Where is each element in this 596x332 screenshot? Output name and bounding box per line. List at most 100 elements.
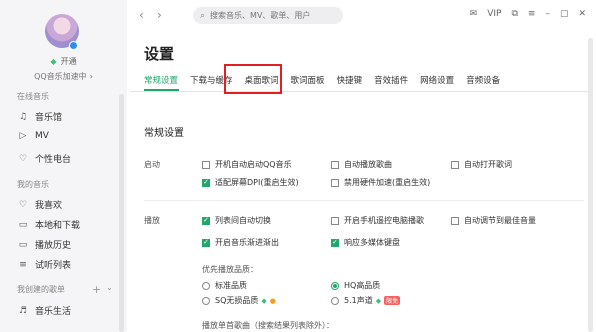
chevron-down-icon[interactable]: ⌄ (106, 283, 113, 292)
sidebar-item-label: 音乐生活 (35, 307, 72, 317)
sidebar-item-music-hall[interactable]: ♫ 音乐馆 (17, 110, 63, 124)
vip-open-row[interactable]: ◆ 开通 (0, 56, 127, 67)
topbar: ‹ › ⌕ ✉ VIP ⧉ ≡ – ▢ ✕ (127, 0, 596, 34)
sidebar-item-label: 本地和下载 (35, 221, 81, 231)
tab-general[interactable]: 常规设置 (144, 74, 178, 88)
radio-unchecked[interactable] (202, 281, 210, 290)
option-media-keys[interactable]: ✓ 响应多媒体键盘 (331, 237, 400, 248)
option-label: 列表间自动切换 (215, 216, 271, 225)
skin-icon[interactable]: ✉ (470, 9, 478, 19)
radio-unchecked[interactable] (331, 296, 339, 305)
checkbox-unchecked[interactable] (202, 160, 210, 169)
sidebar-item-label: 个性电台 (35, 155, 72, 165)
option-label: 适配屏幕DPI(重启生效) (215, 178, 299, 187)
download-icon: ▭ (18, 219, 28, 230)
sidebar-item-label: 音乐馆 (35, 113, 63, 123)
sidebar-item-label: 我喜欢 (35, 201, 63, 211)
radio-checked[interactable] (331, 281, 339, 290)
option-autostart[interactable]: 开机自动启动QQ音乐 (202, 159, 292, 170)
checkbox-checked[interactable]: ✓ (202, 216, 210, 225)
add-playlist-icon[interactable]: + (92, 283, 101, 296)
sidebar-item-history[interactable]: ▭ 播放历史 (17, 238, 71, 252)
option-hw-accel[interactable]: 禁用硬件加速(重启生效) (331, 177, 430, 188)
option-label: 开启手机遥控电脑播歌 (344, 216, 424, 225)
free-limited-badge: 限免 (384, 296, 401, 305)
option-label: HQ高品质 (344, 281, 381, 290)
page-title: 设置 (144, 45, 175, 63)
sidebar-item-music-life[interactable]: ♬ 音乐生活 (17, 304, 72, 318)
option-autoplay[interactable]: 自动播放歌曲 (331, 159, 392, 170)
section-online-music: 在线音乐 (17, 92, 49, 101)
heart-icon: ♡ (18, 199, 28, 210)
diamond-icon: ◆ (50, 57, 57, 66)
avatar-badge-icon (69, 41, 78, 50)
option-list-auto-switch[interactable]: ✓ 列表间自动切换 (202, 215, 271, 226)
sidebar-item-local-download[interactable]: ▭ 本地和下载 (17, 218, 81, 232)
music-hall-icon: ♫ (18, 111, 28, 122)
radio-hq-quality[interactable]: HQ高品质 (331, 280, 380, 291)
radio-5-1-channel[interactable]: 5.1声道 ◆ 限免 (331, 295, 401, 306)
close-icon[interactable]: ✕ (578, 9, 586, 19)
sidebar-item-mv[interactable]: ▷ MV (17, 131, 49, 141)
vip-link[interactable]: VIP (487, 9, 501, 19)
back-arrow-icon[interactable]: ‹ (139, 8, 144, 22)
checkbox-unchecked[interactable] (331, 178, 339, 187)
option-dpi[interactable]: ✓ 适配屏幕DPI(重启生效) (202, 177, 299, 188)
playlist-icon: ♬ (18, 305, 28, 316)
checkbox-checked[interactable]: ✓ (202, 178, 210, 187)
option-auto-volume[interactable]: 自动调节到最佳音量 (451, 215, 536, 226)
mv-icon: ▷ (19, 131, 27, 141)
sidebar-item-trial-list[interactable]: ≡ 试听列表 (17, 258, 72, 272)
sidebar: ◆ 开通 QQ音乐加速中 › 在线音乐 ♫ 音乐馆 ▷ MV ♡ 个性电台 我的音乐 ♡ 我… (0, 0, 127, 332)
window-controls: ✉ VIP ⧉ ≡ – ▢ ✕ (470, 9, 586, 19)
checkbox-checked[interactable]: ✓ (202, 238, 210, 247)
option-label: 开启音乐渐进渐出 (215, 238, 279, 247)
radio-standard-quality[interactable]: 标准品质 (202, 280, 247, 291)
history-icon: ▭ (18, 239, 28, 250)
menu-icon[interactable]: ≡ (528, 9, 536, 19)
checkbox-unchecked[interactable] (331, 160, 339, 169)
tab-lyrics-panel[interactable]: 歌词面板 (291, 74, 325, 88)
main-scrollbar[interactable] (588, 38, 593, 332)
radio-sq-quality[interactable]: SQ无损品质 ◆ ● (202, 295, 276, 306)
sidebar-item-label: 试听列表 (35, 261, 72, 271)
tab-shortcuts[interactable]: 快捷键 (337, 74, 363, 88)
radio-unchecked[interactable] (202, 296, 210, 305)
message-icon[interactable]: ⧉ (511, 9, 517, 19)
option-label: 自动播放歌曲 (344, 160, 392, 169)
tab-sound-plugins[interactable]: 音效插件 (374, 74, 408, 88)
section-my-music: 我的音乐 (17, 180, 49, 189)
tab-audio-device[interactable]: 音频设备 (466, 74, 500, 88)
section-title-general: 常规设置 (144, 128, 184, 139)
group-divider (144, 200, 584, 201)
list-icon: ≡ (19, 259, 27, 270)
group-label-playback: 播放 (144, 216, 160, 225)
checkbox-unchecked[interactable] (451, 216, 459, 225)
checkbox-unchecked[interactable] (451, 160, 459, 169)
checkbox-unchecked[interactable] (331, 216, 339, 225)
tabs-divider (130, 91, 590, 92)
chevron-right-icon: › (89, 72, 93, 81)
option-label: SQ无损品质 (215, 296, 259, 305)
level-row[interactable]: QQ音乐加速中 › (0, 71, 127, 82)
search-input[interactable] (210, 11, 331, 20)
search-box[interactable]: ⌕ (193, 7, 343, 24)
level-label: QQ音乐加速中 (34, 72, 87, 81)
maximize-icon[interactable]: ▢ (560, 9, 569, 19)
group-label-startup: 启动 (144, 160, 160, 169)
option-phone-remote[interactable]: 开启手机遥控电脑播歌 (331, 215, 424, 226)
option-auto-lyrics[interactable]: 自动打开歌词 (451, 159, 512, 170)
forward-arrow-icon[interactable]: › (157, 8, 162, 22)
open-vip-link[interactable]: 开通 (61, 57, 77, 66)
option-fade[interactable]: ✓ 开启音乐渐进渐出 (202, 237, 279, 248)
sidebar-item-radio[interactable]: ♡ 个性电台 (17, 152, 72, 166)
minimize-icon[interactable]: – (545, 9, 550, 19)
section-created-playlists: 我创建的歌单 (17, 285, 65, 294)
option-label: 标准品质 (215, 281, 247, 290)
option-label: 自动调节到最佳音量 (464, 216, 536, 225)
sidebar-item-favorites[interactable]: ♡ 我喜欢 (17, 198, 63, 212)
tab-network[interactable]: 网络设置 (420, 74, 454, 88)
checkbox-checked[interactable]: ✓ (331, 238, 339, 247)
sidebar-scrollbar[interactable] (119, 94, 124, 332)
diamond-icon: ◆ (261, 296, 267, 305)
